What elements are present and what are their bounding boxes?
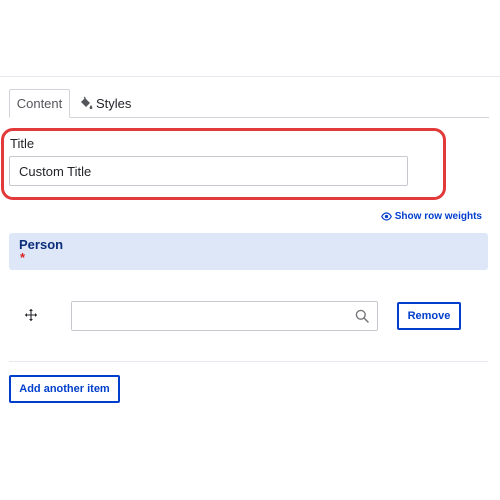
person-autocomplete	[71, 301, 378, 331]
remove-button[interactable]: Remove	[397, 302, 461, 330]
show-row-weights-label: Show row weights	[394, 211, 482, 222]
top-divider	[0, 76, 500, 77]
row-divider	[9, 361, 488, 362]
paint-bucket-icon	[79, 96, 93, 110]
add-another-item-button[interactable]: Add another item	[9, 375, 120, 403]
show-row-weights-link[interactable]: Show row weights	[380, 211, 482, 222]
title-input[interactable]	[9, 156, 408, 186]
tab-styles[interactable]: Styles	[79, 89, 131, 117]
tab-styles-label: Styles	[96, 95, 132, 111]
person-label: Person	[19, 237, 64, 252]
page: Content Styles Title Show row weights Pe…	[0, 0, 500, 500]
title-label: Title	[10, 136, 35, 151]
tab-bar: Content Styles	[9, 89, 489, 118]
search-icon[interactable]	[355, 309, 369, 323]
move-handle-icon[interactable]	[24, 308, 38, 322]
eye-icon	[380, 211, 392, 222]
tab-content-label: Content	[16, 96, 63, 111]
tab-content[interactable]: Content	[9, 89, 70, 118]
required-marker: *	[20, 250, 26, 265]
person-search-input[interactable]	[71, 301, 378, 331]
person-field-header: Person *	[9, 233, 488, 270]
